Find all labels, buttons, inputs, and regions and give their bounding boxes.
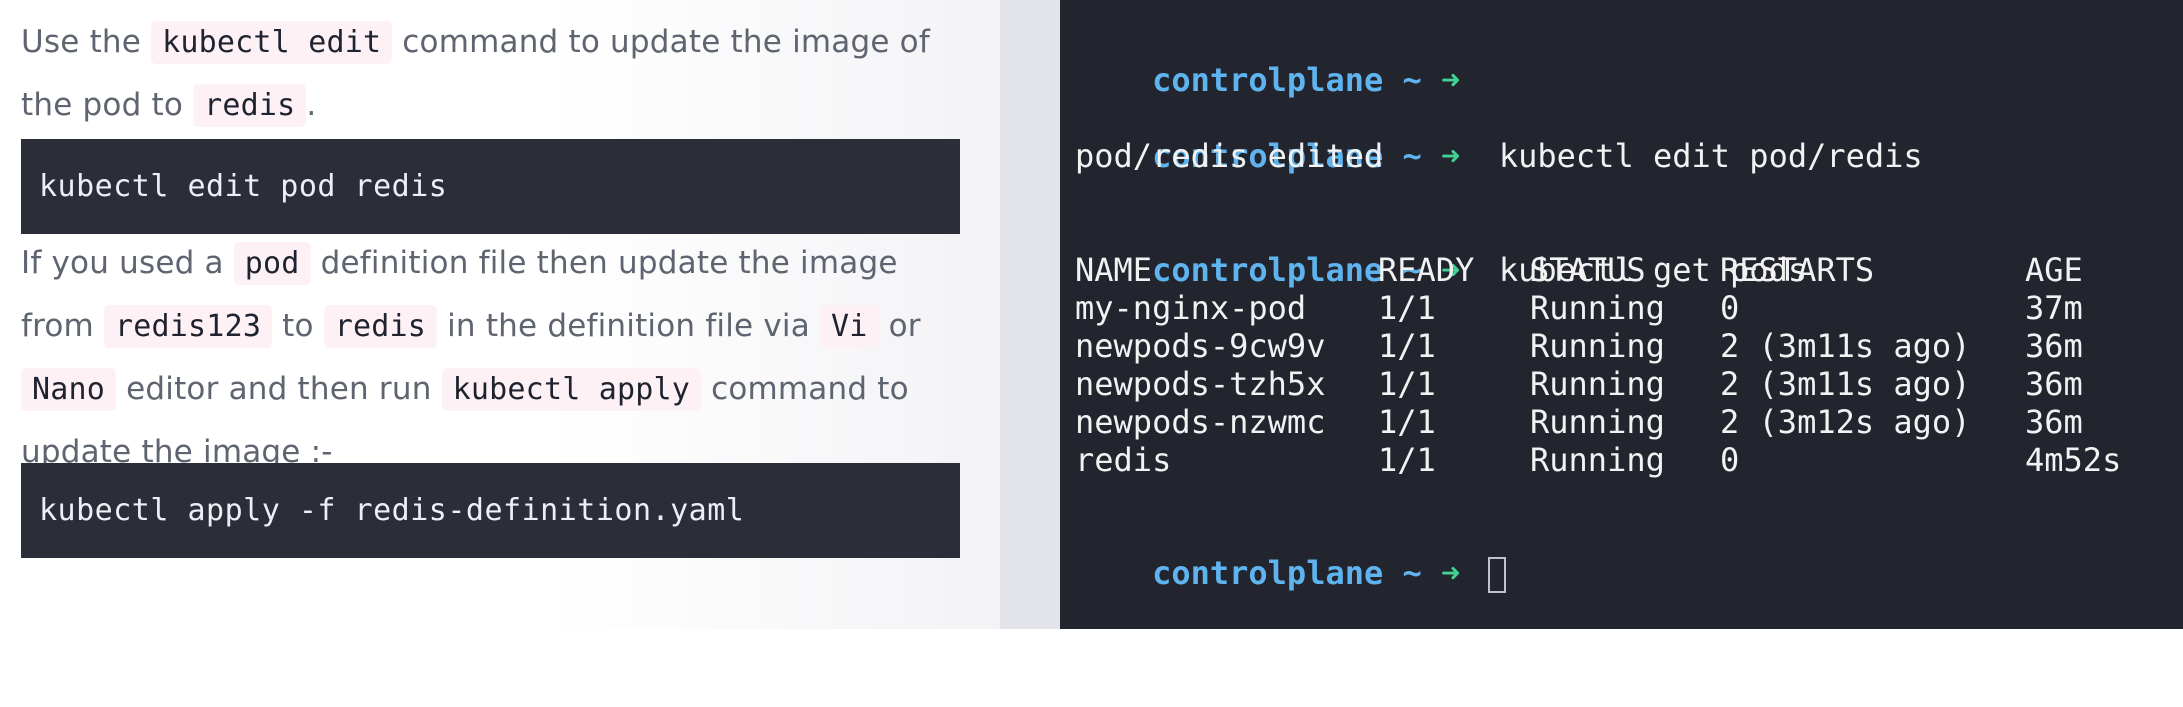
pod-status: Running <box>1530 441 1665 479</box>
prompt-tilde: ~ <box>1402 554 1422 592</box>
p2-text-5: or <box>878 308 921 344</box>
pod-row: newpods-tzh5x 1/1 Running 2 (3m11s ago) … <box>1075 365 2175 403</box>
pod-row: newpods-nzwmc 1/1 Running 2 (3m12s ago) … <box>1075 403 2175 441</box>
terminal-prompt-line: controlplane ~ ➜ <box>1075 23 1460 99</box>
pod-row: my-nginx-pod 1/1 Running 0 37m <box>1075 289 2175 327</box>
panel-divider[interactable] <box>1000 0 1060 629</box>
prompt-tilde: ~ <box>1402 61 1422 99</box>
instruction-paragraph-1: Use the kubectl edit command to update t… <box>21 11 961 137</box>
pod-name: newpods-nzwmc <box>1075 403 1326 441</box>
terminal-prompt-line: controlplane ~ ➜ kubectl get pods <box>1075 213 1807 289</box>
pod-row: newpods-9cw9v 1/1 Running 2 (3m11s ago) … <box>1075 327 2175 365</box>
pod-ready: 1/1 <box>1378 289 1436 327</box>
code-block-edit: kubectl edit pod redis <box>21 139 960 234</box>
terminal-prompt-line: controlplane ~ ➜ kubectl edit pod/redis <box>1075 99 1923 175</box>
pod-age: 36m <box>2025 403 2083 441</box>
terminal-command: kubectl edit pod/redis <box>1498 137 1923 175</box>
inline-code-redis: redis <box>323 305 438 348</box>
terminal-prompt-line: controlplane ~ ➜ <box>1075 516 1506 593</box>
pod-status: Running <box>1530 289 1665 327</box>
pods-table-header: NAME READY STATUS RESTARTS AGE <box>1075 251 2175 289</box>
code-block-apply: kubectl apply -f redis-definition.yaml <box>21 463 960 558</box>
prompt-arrow-icon: ➜ <box>1441 554 1461 592</box>
pod-status: Running <box>1530 365 1665 403</box>
prompt-arrow-icon: ➜ <box>1441 137 1461 175</box>
inline-code-redis123: redis123 <box>104 305 273 348</box>
pod-name: redis <box>1075 441 1172 479</box>
pod-age: 36m <box>2025 365 2083 403</box>
inline-code-kubectl-apply: kubectl apply <box>441 368 702 411</box>
pod-ready: 1/1 <box>1378 327 1436 365</box>
pod-row: redis 1/1 Running 0 4m52s <box>1075 441 2175 479</box>
p1-text-3: . <box>306 87 317 123</box>
column-header-age: AGE <box>2025 251 2083 289</box>
pod-restarts: 0 <box>1720 441 1740 479</box>
pod-age: 37m <box>2025 289 2083 327</box>
terminal-cursor[interactable] <box>1487 557 1506 593</box>
p2-text-4: in the definition file via <box>437 308 820 344</box>
pod-restarts: 2 (3m11s ago) <box>1720 365 1971 403</box>
column-header-status: STATUS <box>1530 251 1646 289</box>
pod-ready: 1/1 <box>1378 403 1436 441</box>
p2-text-6: editor and then run <box>116 371 442 407</box>
inline-code-nano: Nano <box>21 368 117 411</box>
pod-ready: 1/1 <box>1378 441 1436 479</box>
instructions-panel: Use the kubectl edit command to update t… <box>0 0 1000 629</box>
pod-restarts: 2 (3m12s ago) <box>1720 403 1971 441</box>
pod-name: newpods-9cw9v <box>1075 327 1326 365</box>
p2-text-1: If you used a <box>21 245 234 281</box>
pod-age: 4m52s <box>2025 441 2122 479</box>
column-header-name: NAME <box>1075 251 1153 289</box>
pod-name: newpods-tzh5x <box>1075 365 1326 403</box>
pod-name: my-nginx-pod <box>1075 289 1307 327</box>
p2-text-3: to <box>272 308 324 344</box>
pod-age: 36m <box>2025 327 2083 365</box>
instruction-paragraph-2: If you used a pod definition file then u… <box>21 232 961 484</box>
prompt-arrow-icon: ➜ <box>1441 61 1461 99</box>
inline-code-vi: Vi <box>820 305 879 348</box>
pod-restarts: 0 <box>1720 289 1740 327</box>
pod-status: Running <box>1530 327 1665 365</box>
prompt-tilde: ~ <box>1402 137 1422 175</box>
prompt-host: controlplane <box>1152 554 1384 592</box>
p1-text-1: Use the <box>21 24 152 60</box>
inline-code-kubectl-edit: kubectl edit <box>151 21 393 64</box>
pod-status: Running <box>1530 403 1665 441</box>
pod-ready: 1/1 <box>1378 365 1436 403</box>
column-header-restarts: RESTARTS <box>1720 251 1875 289</box>
inline-code-pod: pod <box>233 242 311 285</box>
column-header-ready: READY <box>1378 251 1475 289</box>
terminal[interactable]: controlplane ~ ➜ controlplane ~ ➜ kubect… <box>1060 0 2183 629</box>
terminal-output: pod/redis edited <box>1075 137 1384 175</box>
pod-restarts: 2 (3m11s ago) <box>1720 327 1971 365</box>
prompt-host: controlplane <box>1152 61 1384 99</box>
inline-code-redis: redis <box>193 84 307 127</box>
